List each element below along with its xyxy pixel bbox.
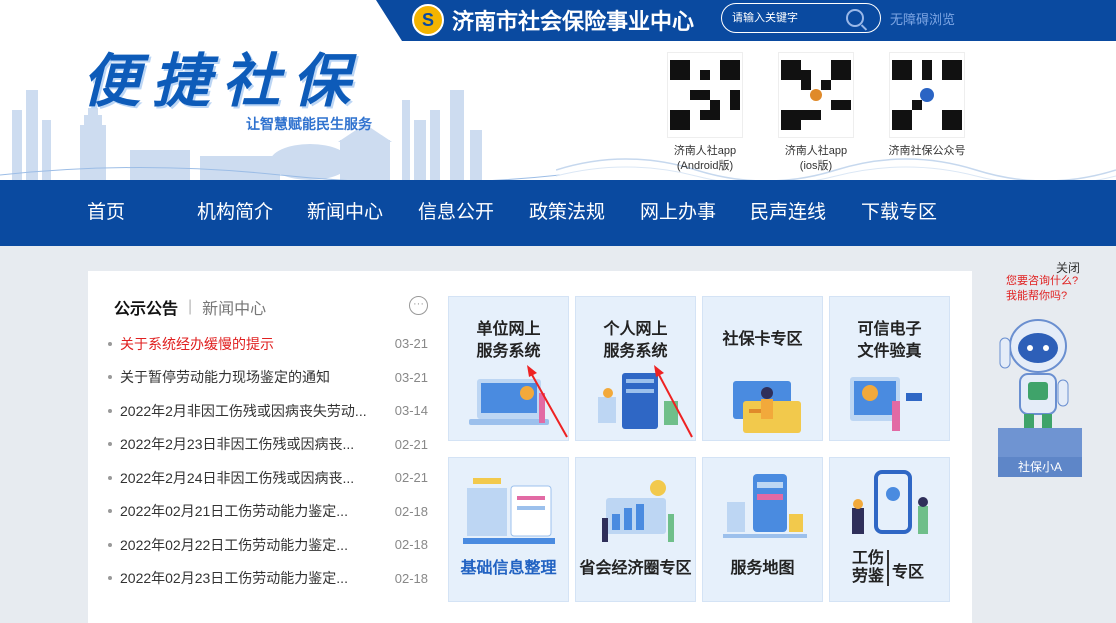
tile-label: 服务系统 (603, 343, 668, 360)
nav-info-public[interactable]: 信息公开 (418, 180, 494, 246)
tile-label: 服务地图 (730, 560, 795, 577)
qr-code-image (778, 52, 854, 138)
nav-news[interactable]: 新闻中心 (307, 180, 383, 246)
list-item[interactable]: 2022年02月23日工伤劳动能力鉴定... 02-18 (108, 562, 428, 596)
e-document-verify-tile[interactable]: 可信电子 文件验真 (829, 296, 950, 441)
main-card: 公示公告 | 新闻中心 ··· 关于系统经办缓慢的提示 03-21 关于暂停劳动能… (88, 271, 972, 623)
notice-title[interactable]: 2022年02月22日工伤劳动能力鉴定... (108, 535, 348, 555)
list-item[interactable]: 2022年02月22日工伤劳动能力鉴定... 02-18 (108, 528, 428, 562)
tab-announcements[interactable]: 公示公告 (114, 295, 178, 319)
injury-label-left: 工伤 劳鉴 (852, 550, 884, 586)
basic-info-tile[interactable]: 基础信息整理 (448, 457, 569, 602)
social-card-tile[interactable]: 社保卡专区 (702, 296, 823, 441)
robot-assistant-icon[interactable] (992, 308, 1082, 458)
notice-title[interactable]: 关于暂停劳动能力现场鉴定的通知 (108, 367, 330, 387)
list-item[interactable]: 2022年2月24日非因工伤残或因病丧... 02-21 (108, 461, 428, 495)
assistant-prompt-line: 我能帮你吗? (1006, 290, 1068, 302)
tab-divider: | (188, 298, 193, 315)
notice-date: 03-21 (394, 336, 428, 352)
tile-label: 可信电子 (857, 321, 922, 338)
tile-label: 个人网上 (603, 321, 668, 338)
notice-title[interactable]: 2022年2月23日非因工伤残或因病丧... (108, 434, 354, 454)
nav-downloads[interactable]: 下载专区 (861, 180, 937, 246)
main-nav: 首页 机构简介 新闻中心 信息公开 政策法规 网上办事 民声连线 下载专区 (0, 180, 1116, 246)
notice-title[interactable]: 2022年02月21日工伤劳动能力鉴定... (108, 501, 348, 521)
social-security-logo-icon: S (412, 4, 444, 36)
qr-android: 济南人社app (Android版) (665, 52, 745, 174)
nav-online-service[interactable]: 网上办事 (640, 180, 716, 246)
accessibility-link[interactable]: 无障碍浏览 (890, 9, 955, 28)
assistant-prompt[interactable]: 您要咨询什么? 我能帮你吗? (1006, 274, 1078, 304)
tile-label: 专区 (892, 564, 925, 581)
list-item[interactable]: 关于系统经办缓慢的提示 03-21 (108, 327, 428, 361)
qr-caption: 济南人社app (673, 145, 737, 157)
map-illustration-icon (723, 474, 807, 538)
tile-label: 基础信息整理 (460, 560, 557, 577)
list-item[interactable]: 关于暂停劳动能力现场鉴定的通知 03-21 (108, 361, 428, 395)
notice-date: 02-21 (394, 470, 428, 486)
notice-date: 03-14 (394, 403, 428, 419)
notice-list: 关于系统经办缓慢的提示 03-21 关于暂停劳动能力现场鉴定的通知 03-21 20… (108, 327, 428, 595)
site-header: 便捷社保 让智慧赋能民生服务 S 济南市社会保险事业中心 无障碍浏览 济南人社a… (0, 0, 1116, 180)
tile-label: 工伤 (852, 550, 885, 567)
label-divider (887, 550, 889, 586)
tile-label: 服务系统 (476, 343, 541, 360)
phone-illustration-icon (852, 470, 928, 534)
notice-title[interactable]: 2022年2月24日非因工伤残或因病丧... (108, 468, 354, 488)
personal-online-service-tile[interactable]: 个人网上 服务系统 (575, 296, 696, 441)
card-illustration-icon (733, 381, 801, 433)
chart-illustration-icon (602, 480, 674, 542)
unit-online-service-tile[interactable]: 单位网上 服务系统 (448, 296, 569, 441)
brand-slogan: 让智慧赋能民生服务 (246, 116, 372, 132)
nav-home[interactable]: 首页 (87, 180, 125, 246)
list-item[interactable]: 2022年2月23日非因工伤残或因病丧... 02-21 (108, 428, 428, 462)
tile-label: 单位网上 (476, 321, 541, 338)
notice-date: 02-21 (394, 436, 428, 452)
assistant-name[interactable]: 社保小A (998, 457, 1082, 477)
form-illustration-icon (463, 478, 555, 544)
search-icon[interactable] (846, 9, 864, 27)
notice-title[interactable]: 关于系统经办缓慢的提示 (108, 334, 274, 354)
qr-code-image (667, 52, 743, 138)
qr-caption-sub: (ios版) (799, 160, 833, 172)
brand-title: 便捷社保 (82, 47, 363, 115)
qr-wechat: 济南社保公众号 (887, 52, 967, 159)
economic-zone-tile[interactable]: 省会经济圈专区 (575, 457, 696, 602)
qr-caption-sub: (Android版) (676, 160, 734, 172)
qr-caption: 济南社保公众号 (888, 145, 966, 157)
tab-news[interactable]: 新闻中心 (202, 295, 266, 319)
assistant-prompt-line: 您要咨询什么? (1006, 275, 1079, 287)
injury-appraisal-tile[interactable]: 工伤 劳鉴 专区 (829, 457, 950, 602)
search-box (721, 3, 881, 33)
notice-tabs: 公示公告 | 新闻中心 (114, 295, 266, 319)
qr-caption: 济南人社app (784, 145, 848, 157)
qr-ios: 济南人社app (ios版) (776, 52, 856, 174)
list-item[interactable]: 2022年2月非因工伤残或因病丧失劳动... 03-14 (108, 394, 428, 428)
service-map-tile[interactable]: 服务地图 (702, 457, 823, 602)
nav-public-voice[interactable]: 民声连线 (750, 180, 826, 246)
notice-date: 02-18 (394, 537, 428, 553)
tile-label: 省会经济圈专区 (579, 560, 692, 577)
notice-date: 03-21 (394, 369, 428, 385)
org-name[interactable]: S 济南市社会保险事业中心 (412, 3, 694, 37)
notice-title[interactable]: 2022年2月非因工伤残或因病丧失劳动... (108, 401, 367, 421)
search-input[interactable] (732, 12, 837, 24)
nav-about[interactable]: 机构简介 (197, 180, 273, 246)
notice-date: 02-18 (394, 570, 428, 586)
more-icon[interactable]: ··· (409, 296, 428, 315)
list-item[interactable]: 2022年02月21日工伤劳动能力鉴定... 02-18 (108, 495, 428, 529)
tile-label: 社保卡专区 (722, 331, 803, 348)
notice-date: 02-18 (394, 503, 428, 519)
qr-code-image (889, 52, 965, 138)
org-name-text: 济南市社会保险事业中心 (452, 9, 695, 34)
nav-policy[interactable]: 政策法规 (529, 180, 605, 246)
notice-title[interactable]: 2022年02月23日工伤劳动能力鉴定... (108, 568, 348, 588)
tile-label: 文件验真 (857, 343, 922, 360)
tile-label: 劳鉴 (852, 568, 885, 585)
